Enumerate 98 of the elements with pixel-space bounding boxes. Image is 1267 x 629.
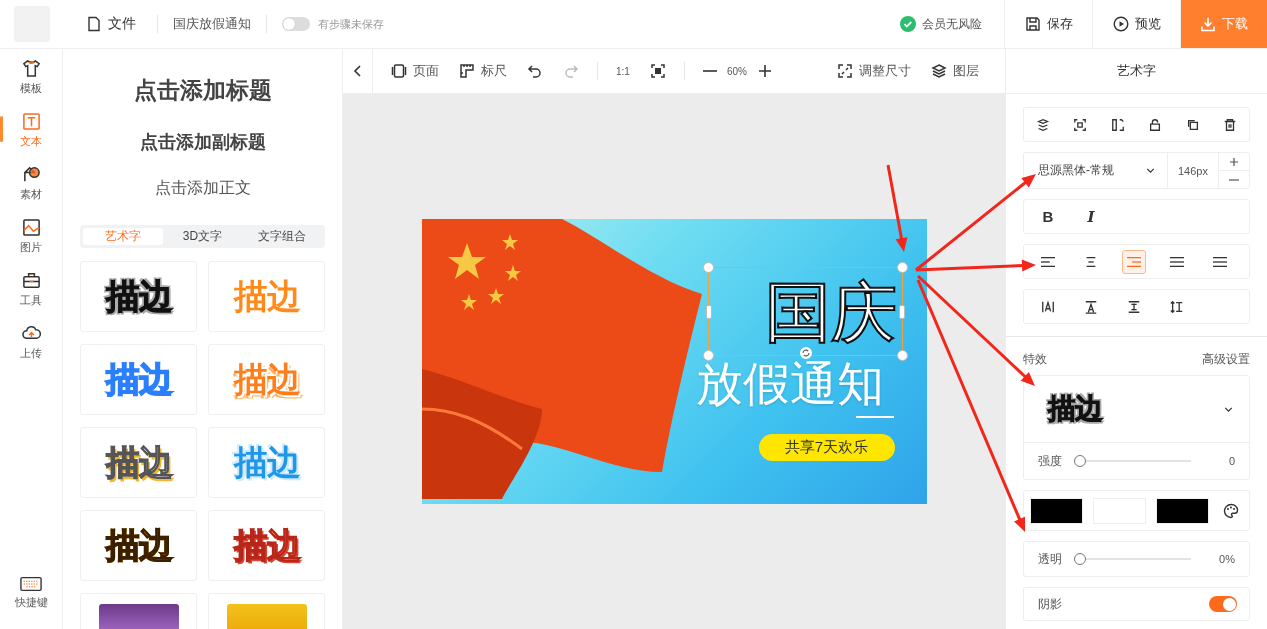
- sidebar-item[interactable]: 工具: [0, 271, 62, 324]
- palette-icon[interactable]: [1223, 502, 1239, 519]
- font-size-field[interactable]: 146px: [1168, 153, 1219, 188]
- strength-label: 强度: [1038, 452, 1062, 470]
- align-right-icon: [1127, 254, 1141, 269]
- art-text-sample: 描边: [233, 275, 300, 317]
- tab[interactable]: 3D文字: [162, 228, 243, 245]
- poster-badge: 共享7天欢乐: [758, 434, 895, 461]
- shortcut-button[interactable]: 快捷键: [0, 576, 62, 629]
- art-text-tile[interactable]: 描边: [80, 261, 197, 332]
- shapes-icon: [21, 165, 41, 184]
- effect-dropdown[interactable]: 描边: [1024, 376, 1249, 442]
- resize-handle[interactable]: [702, 350, 714, 361]
- tab[interactable]: 文字组合: [242, 228, 322, 245]
- autosave-label: 有步骤未保存: [318, 16, 384, 32]
- art-text-sample: 描边: [105, 358, 172, 400]
- strength-value: 0: [1227, 455, 1235, 467]
- add-subtitle-button[interactable]: 点击添加副标题: [139, 130, 266, 154]
- opacity-label: 透明: [1038, 550, 1062, 568]
- sidebar-item[interactable]: 模板: [0, 59, 62, 112]
- art-text-tile[interactable]: 描边: [80, 427, 197, 498]
- resize-handle[interactable]: [896, 262, 908, 273]
- resize-handle[interactable]: [705, 305, 712, 319]
- image-icon: [21, 218, 41, 237]
- effects-label: 特效: [1023, 351, 1047, 368]
- ruler-button[interactable]: 标尺: [449, 56, 517, 86]
- art-text-tile[interactable]: 描边: [208, 510, 325, 581]
- spacing-icon: [1041, 299, 1055, 314]
- bold-button[interactable]: B: [1036, 204, 1060, 229]
- member-label: 会员无风险: [922, 15, 982, 33]
- resize-handle[interactable]: [702, 262, 714, 273]
- save-button[interactable]: 保存: [1004, 0, 1092, 48]
- flip-icon: [1110, 117, 1125, 132]
- spacing-icon: [1170, 299, 1184, 314]
- spacing-icon: [1127, 299, 1141, 314]
- poster-title: 国庆: [764, 278, 897, 345]
- add-body-text-button[interactable]: 点击添加正文: [154, 178, 251, 199]
- align-center-icon: [1084, 254, 1098, 269]
- trash-icon: [1223, 117, 1238, 132]
- resize-handle[interactable]: [898, 305, 905, 319]
- advanced-settings-link[interactable]: 高级设置: [1202, 351, 1250, 368]
- art-text-tile[interactable]: 描边: [80, 510, 197, 581]
- align-distribute-icon: [1213, 254, 1227, 269]
- focus-icon: [1073, 117, 1088, 132]
- sidebar-item[interactable]: 上传: [0, 324, 62, 377]
- toolbox-icon: [21, 271, 41, 290]
- art-text-sample: 描边: [233, 524, 300, 566]
- copy-icon: [1185, 117, 1200, 132]
- save-icon: [1024, 16, 1041, 32]
- redo-icon: [563, 63, 579, 79]
- art-text-sample: 描边: [105, 275, 172, 317]
- layers-button[interactable]: 图层: [921, 56, 989, 86]
- sidebar-item[interactable]: 素材: [0, 165, 62, 218]
- sidebar-item[interactable]: 图片: [0, 218, 62, 271]
- minus-icon: [702, 70, 717, 72]
- opacity-value: 0%: [1218, 553, 1235, 565]
- resize-handle[interactable]: [896, 350, 908, 361]
- play-icon: [1112, 16, 1129, 32]
- poster-subtitle: 放假通知: [695, 360, 884, 407]
- rotate-icon[interactable]: [799, 347, 812, 359]
- align-left-icon: [1041, 254, 1055, 269]
- layers-icon: [931, 63, 947, 79]
- ruler-icon: [459, 63, 475, 79]
- check-icon: [900, 16, 916, 32]
- resize-icon: [837, 63, 853, 79]
- resize-button[interactable]: 调整尺寸: [827, 56, 921, 86]
- zoom-level: 60%: [726, 65, 747, 77]
- text-icon: [21, 112, 41, 131]
- lock-icon: [1148, 117, 1163, 132]
- art-text-sample: 描边: [105, 441, 172, 483]
- art-text-sample: 描边: [233, 441, 300, 483]
- align-justify-icon: [1170, 254, 1184, 269]
- shirt-icon: [21, 59, 41, 78]
- add-title-button[interactable]: 点击添加标题: [133, 75, 272, 106]
- minus-icon: [1229, 178, 1239, 181]
- autosave-toggle[interactable]: [282, 17, 310, 31]
- art-text-tile[interactable]: 描边: [80, 344, 197, 415]
- download-icon: [1200, 16, 1216, 32]
- file-menu[interactable]: 文件: [80, 15, 142, 33]
- plus-icon: [1229, 156, 1239, 167]
- fit-screen-icon: [649, 63, 666, 79]
- art-text-sample: 描边: [233, 358, 300, 400]
- shadow-toggle[interactable]: [1209, 596, 1237, 612]
- shadow-label: 阴影: [1038, 595, 1062, 613]
- undo-icon: [527, 63, 543, 79]
- actual-size-button[interactable]: 1:1: [606, 56, 640, 86]
- plus-icon: [756, 63, 773, 79]
- layers-icon: [1035, 117, 1050, 132]
- italic-button[interactable]: I: [1079, 204, 1103, 229]
- file-icon: [86, 16, 102, 32]
- panel-title: 艺术字: [1006, 49, 1267, 94]
- color-swatch[interactable]: [1030, 497, 1083, 524]
- color-swatch[interactable]: [1156, 497, 1209, 524]
- document-title[interactable]: 国庆放假通知: [173, 15, 251, 33]
- spacing-icon: [1084, 299, 1098, 314]
- page-button[interactable]: 页面: [381, 56, 449, 86]
- page-icon: [391, 63, 407, 79]
- keyboard-icon: [20, 576, 42, 592]
